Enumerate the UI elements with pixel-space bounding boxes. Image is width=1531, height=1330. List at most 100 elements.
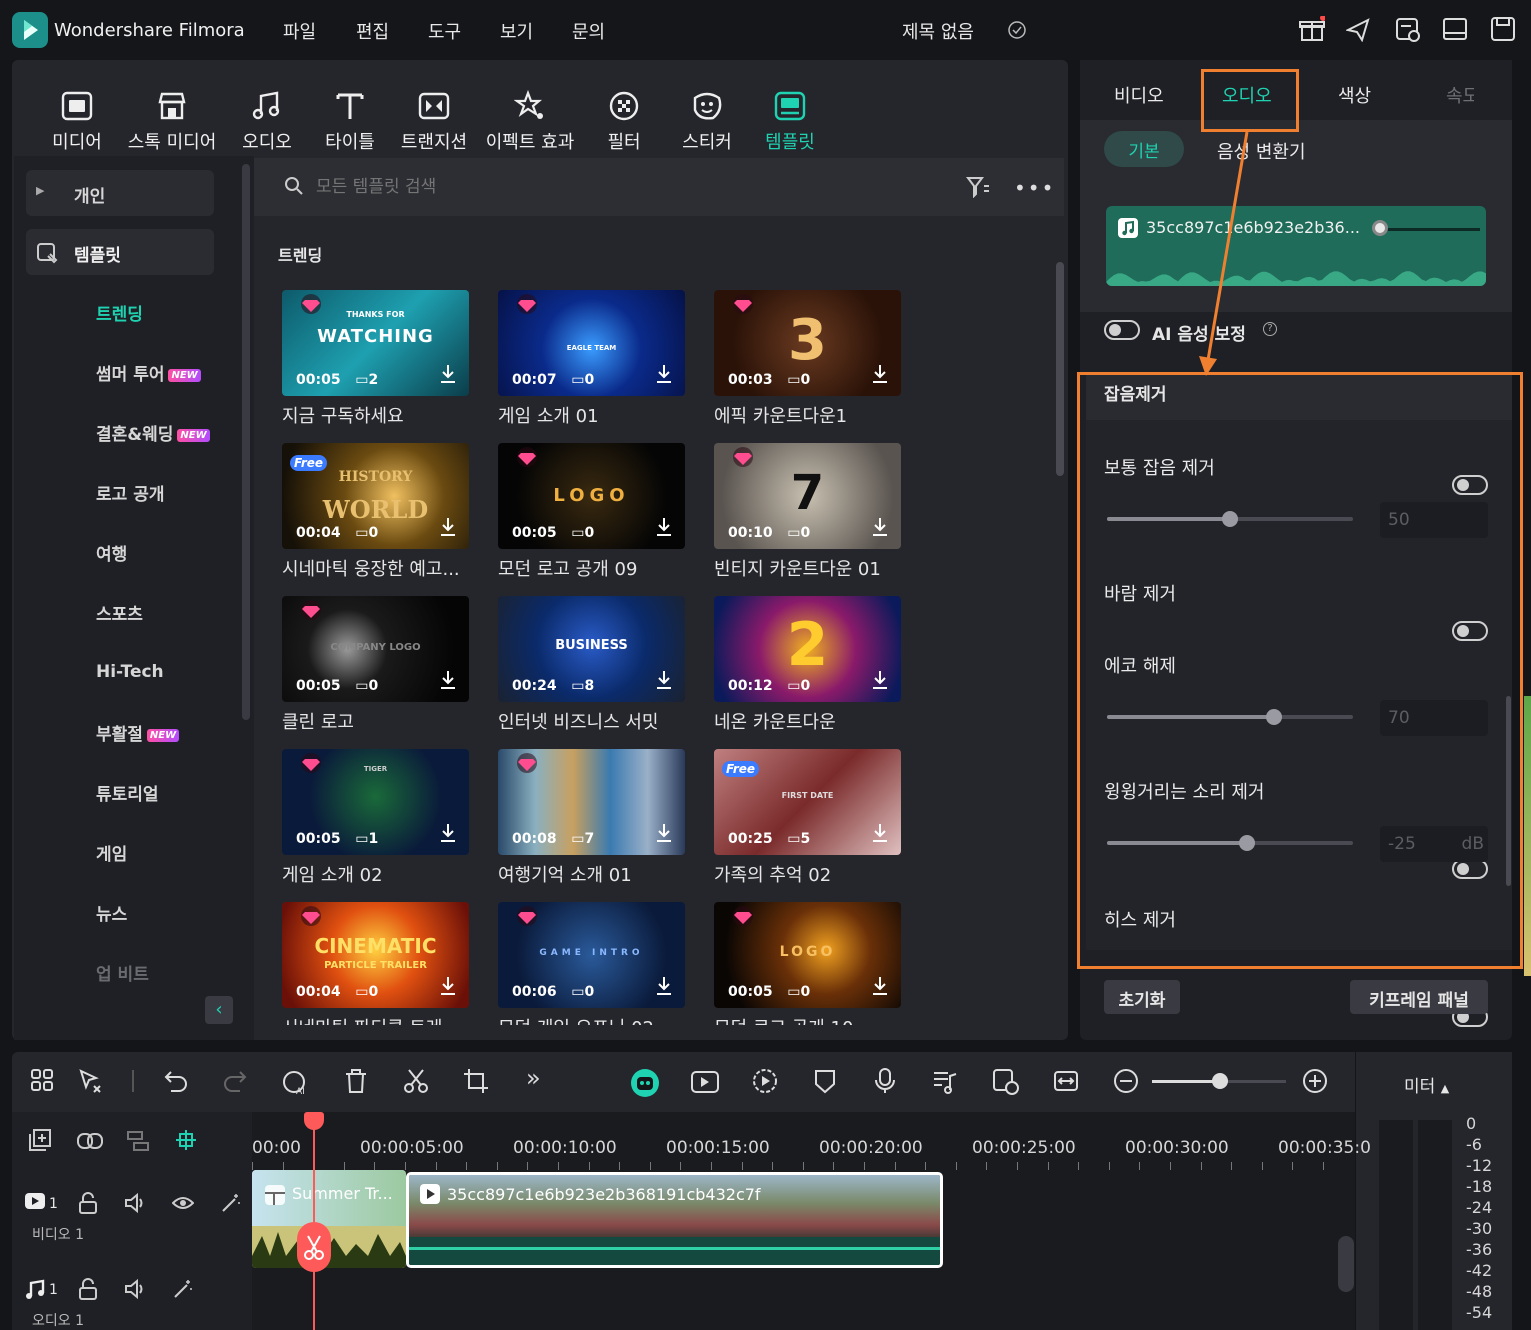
video-effect-icon[interactable]	[690, 1068, 720, 1094]
collapse-sidebar-button[interactable]: ‹	[205, 996, 233, 1024]
keyframe-panel-button[interactable]: 키프레임 패널	[1350, 980, 1488, 1014]
download-icon[interactable]	[871, 976, 889, 996]
download-icon[interactable]	[871, 364, 889, 384]
sidebar-personal[interactable]: ▶ 개인	[26, 170, 214, 216]
shield-marker-icon[interactable]	[814, 1068, 836, 1094]
magic-wand-icon[interactable]	[172, 1278, 194, 1300]
undo-icon[interactable]	[163, 1068, 189, 1094]
timeline-vscrollbar[interactable]	[1338, 1236, 1354, 1292]
template-card[interactable]: TIGER 00:05 ▭1 게임 소개 02	[282, 749, 469, 887]
select-tool-icon[interactable]	[78, 1068, 104, 1094]
reset-button[interactable]: 초기화	[1104, 980, 1180, 1014]
template-thumbnail[interactable]: COMPANY LOGO 00:05 ▭0	[282, 596, 469, 702]
menu-edit[interactable]: 편집	[356, 18, 389, 44]
template-thumbnail[interactable]: LOGO 00:05 ▭0	[498, 443, 685, 549]
track-manage-icon[interactable]	[126, 1130, 150, 1152]
crop-icon[interactable]	[463, 1068, 489, 1094]
playback-speed-icon[interactable]	[752, 1068, 778, 1094]
template-thumbnail[interactable]: 7 00:10 ▭0	[714, 443, 901, 549]
template-thumbnail[interactable]: PARTICLE TRAILER CINEMATIC 00:04 ▭0	[282, 902, 469, 1008]
tab-speed[interactable]: 속도	[1446, 82, 1474, 108]
tab-media[interactable]: 미디어	[32, 84, 122, 154]
more-tools-icon[interactable]: »	[526, 1064, 541, 1092]
volume-knob[interactable]	[1372, 220, 1388, 236]
download-icon[interactable]	[655, 976, 673, 996]
template-thumbnail[interactable]: 00:08 ▭7	[498, 749, 685, 855]
eye-icon[interactable]	[172, 1194, 194, 1212]
audio-clip-preview[interactable]: 35cc897c1e6b923e2b36...	[1106, 206, 1486, 286]
template-search-input[interactable]	[316, 172, 916, 202]
template-thumbnail[interactable]: TIGER 00:05 ▭1	[282, 749, 469, 855]
download-icon[interactable]	[871, 517, 889, 537]
video-clip-main[interactable]: 35cc897c1e6b923e2b368191cb432c7f	[406, 1172, 943, 1268]
zoom-knob[interactable]	[1212, 1073, 1228, 1089]
template-card[interactable]: COMPANY LOGO 00:05 ▭0 클린 로고	[282, 596, 469, 734]
template-card[interactable]: GAME INTRO 00:06 ▭0 모던 게임 오프닝 02	[498, 902, 685, 1025]
more-options-icon[interactable]: •••	[1014, 176, 1055, 200]
template-card[interactable]: EAGLE TEAM 00:07 ▭0 게임 소개 01	[498, 290, 685, 428]
download-icon[interactable]	[439, 517, 457, 537]
sidebar-item-tutorial[interactable]: 튜토리얼	[96, 780, 159, 805]
template-thumbnail[interactable]: GAME INTRO 00:06 ▭0	[498, 902, 685, 1008]
download-icon[interactable]	[439, 364, 457, 384]
menu-view[interactable]: 보기	[500, 18, 533, 44]
scissors-icon[interactable]	[403, 1068, 429, 1094]
template-card[interactable]: LOGO 00:05 ▭0 모던 로고 공개 09	[498, 443, 685, 581]
sidebar-item-trending[interactable]: 트렌딩	[96, 300, 143, 325]
template-card[interactable]: BUSINESS 00:24 ▭8 인터넷 비즈니스 서밋	[498, 596, 685, 734]
template-card[interactable]: 7 00:10 ▭0 빈티지 카운트다운 01	[714, 443, 901, 581]
download-icon[interactable]	[871, 823, 889, 843]
help-icon[interactable]: ?	[1263, 322, 1277, 336]
sidebar-item-upbeat[interactable]: 업 비트	[96, 960, 149, 985]
sidebar-item-travel[interactable]: 여행	[96, 540, 127, 565]
audio-mix-icon[interactable]	[932, 1068, 958, 1094]
template-thumbnail[interactable]: 3 00:03 ▭0	[714, 290, 901, 396]
layout-grid-icon[interactable]	[30, 1068, 54, 1092]
speaker-icon[interactable]	[124, 1278, 146, 1300]
tab-titles[interactable]: 타이틀	[305, 84, 395, 154]
add-track-icon[interactable]	[28, 1128, 52, 1152]
download-icon[interactable]	[871, 670, 889, 690]
project-title[interactable]: 제목 없음	[902, 18, 974, 44]
template-card[interactable]: 2 00:12 ▭0 네온 카운트다운	[714, 596, 901, 734]
task-icon[interactable]	[1395, 17, 1421, 43]
microphone-icon[interactable]	[874, 1068, 896, 1094]
sidebar-item-news[interactable]: 뉴스	[96, 900, 127, 925]
auto-sync-icon[interactable]	[992, 1068, 1020, 1096]
template-card[interactable]: PARTICLE TRAILER CINEMATIC 00:04 ▭0 시네마틱…	[282, 902, 469, 1025]
menu-tools[interactable]: 도구	[428, 18, 461, 44]
download-icon[interactable]	[439, 670, 457, 690]
template-thumbnail[interactable]: BUSINESS 00:24 ▭8	[498, 596, 685, 702]
magic-wand-icon[interactable]	[220, 1192, 242, 1214]
send-icon[interactable]	[1346, 18, 1370, 42]
template-thumbnail[interactable]: EAGLE TEAM 00:07 ▭0	[498, 290, 685, 396]
template-card[interactable]: 00:08 ▭7 여행기억 소개 01	[498, 749, 685, 887]
sidebar-item-wedding[interactable]: 결혼&웨딩 NEW	[96, 420, 210, 445]
templates-scrollbar[interactable]	[1056, 262, 1064, 476]
tab-stock-media[interactable]: 스톡 미디어	[127, 84, 217, 154]
tab-audio[interactable]: 오디오	[222, 84, 312, 154]
subtab-basic[interactable]: 기본	[1104, 131, 1184, 167]
tab-stickers[interactable]: 스티커	[662, 84, 752, 154]
sidebar-item-hitech[interactable]: Hi-Tech	[96, 662, 164, 682]
download-icon[interactable]	[655, 364, 673, 384]
gift-icon[interactable]	[1299, 16, 1325, 42]
ai-robot-icon[interactable]	[630, 1068, 660, 1098]
time-ruler[interactable]: 00:00 00:00:05:00 00:00:10:00 00:00:15:00 00…	[252, 1112, 1371, 1170]
template-card[interactable]: THANKS FOR WATCHING 00:05 ▭2 지금 구독하세요	[282, 290, 469, 428]
sidebar-scrollbar[interactable]	[242, 164, 250, 720]
sidebar-item-sports[interactable]: 스포츠	[96, 600, 143, 625]
tab-video[interactable]: 비디오	[1114, 82, 1164, 108]
zoom-in-icon[interactable]	[1302, 1068, 1328, 1094]
ai-voice-toggle[interactable]	[1104, 320, 1140, 340]
sidebar-item-summer-tour[interactable]: 썸머 투어 NEW	[96, 360, 201, 385]
template-card[interactable]: LOGO 00:05 ▭0 모던 로고 공개 10	[714, 902, 901, 1025]
template-thumbnail[interactable]: HISTORY WORLD Free 00:04 ▭0	[282, 443, 469, 549]
zoom-out-icon[interactable]	[1113, 1068, 1139, 1094]
tab-templates[interactable]: 템플릿	[745, 84, 835, 154]
download-icon[interactable]	[655, 670, 673, 690]
tab-color[interactable]: 색상	[1338, 82, 1371, 108]
template-thumbnail[interactable]: LOGO 00:05 ▭0	[714, 902, 901, 1008]
lock-icon[interactable]	[78, 1278, 98, 1300]
template-card[interactable]: HISTORY WORLD Free 00:04 ▭0 시네마틱 웅장한 예고.…	[282, 443, 469, 581]
